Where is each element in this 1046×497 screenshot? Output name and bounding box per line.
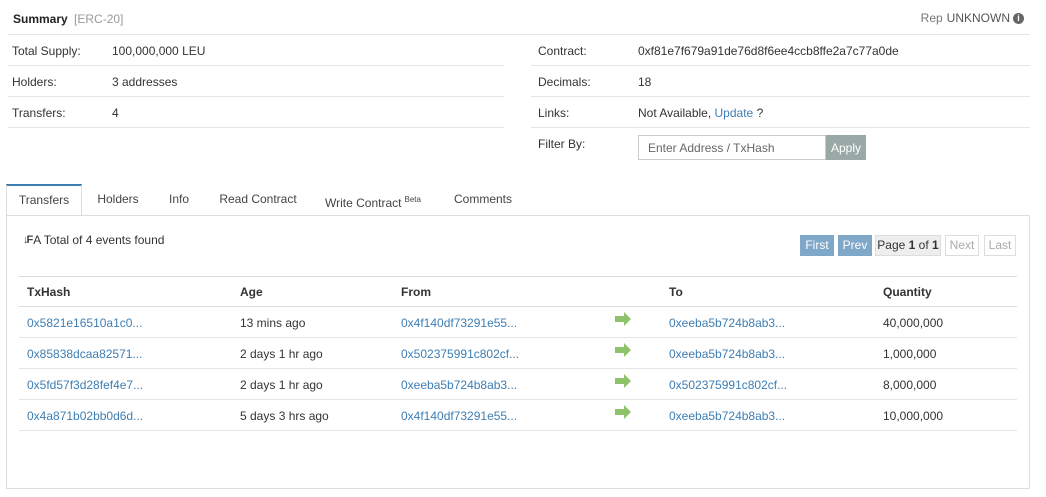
info-icon[interactable]: i [1013,12,1024,24]
to-address-link[interactable]: 0xeeba5b724b8ab3... [669,409,785,423]
next-page-button[interactable]: Next [945,235,979,256]
contract-row: Contract: 0xf81e7f679a91de76d8f6ee4ccb8f… [531,35,1030,66]
links-row: Links: Not Available, Update ? [531,97,1030,128]
arrow-right-icon [614,343,632,357]
to-address-link[interactable]: 0xeeba5b724b8ab3... [669,347,785,361]
table-row: 0x5fd57f3d28fef4e7... 2 days 1 hr ago 0x… [19,369,1017,400]
prev-page-button[interactable]: Prev [838,235,872,256]
decimals-value: 18 [638,75,652,89]
txhash-link[interactable]: 0x5fd57f3d28fef4e7... [27,378,143,392]
events-total-text: A Total of 4 events found [33,233,165,247]
summary-title: Summary [ERC-20] [13,12,123,26]
transfers-value: 4 [112,106,119,120]
table-row: 0x85838dcaa82571... 2 days 1 hr ago 0x50… [19,338,1017,369]
arrow-right-icon [614,374,632,388]
age-cell: 5 days 3 hrs ago [240,409,329,423]
page-prefix: Page [877,238,906,252]
tab-comments[interactable]: Comments [446,184,520,215]
tab-transfers[interactable]: Transfers [6,184,82,216]
txhash-link[interactable]: 0x4a871b02bb0d6d... [27,409,143,423]
tab-read-contract[interactable]: Read Contract [211,184,305,215]
table-row: 0x5821e16510a1c0... 13 mins ago 0x4f140d… [19,307,1017,338]
tab-bar: Transfers Holders Info Read Contract Wri… [6,184,1030,216]
decimals-row: Decimals: 18 [531,66,1030,97]
tab-write-contract-label: Write Contract [325,196,402,210]
links-not-available: Not Available, [638,106,712,120]
first-page-button[interactable]: First [800,235,834,256]
total-supply-row: Total Supply: 100,000,000 LEU [8,35,504,66]
holders-value: 3 addresses [112,75,178,89]
age-cell: 2 days 1 hr ago [240,347,323,361]
page-current: 1 [908,238,916,252]
links-label: Links: [538,106,570,120]
quantity-header: Quantity [883,285,932,299]
page-indicator: Page 1 of 1 [875,235,941,256]
contract-label: Contract: [538,44,587,58]
tab-info[interactable]: Info [156,184,202,215]
filter-input[interactable] [638,135,826,160]
beta-badge: Beta [404,195,421,204]
update-link[interactable]: Update [715,106,754,120]
transfers-row: Transfers: 4 [8,97,504,128]
from-address-link[interactable]: 0x4f140df73291e55... [401,316,517,330]
to-address-link[interactable]: 0xeeba5b724b8ab3... [669,316,785,330]
txhash-header: TxHash [27,285,71,299]
reputation: Rep UNKNOWN i [921,11,1024,25]
events-total: ↓F A Total of 4 events found [23,233,164,247]
age-header: Age [240,285,263,299]
arrow-right-icon [614,312,632,326]
tab-write-contract[interactable]: Write Contract Beta [318,184,428,215]
from-address-link[interactable]: 0xeeba5b724b8ab3... [401,378,517,392]
arrow-right-icon [614,405,632,419]
quantity-cell: 1,000,000 [883,347,937,361]
to-address-link[interactable]: 0x502375991c802cf... [669,378,787,392]
last-page-button[interactable]: Last [984,235,1016,256]
rep-value: UNKNOWN [946,11,1010,25]
holders-row: Holders: 3 addresses [8,66,504,97]
table-row: 0x4a871b02bb0d6d... 5 days 3 hrs ago 0x4… [19,400,1017,431]
rep-label: Rep [920,11,943,25]
quantity-cell: 40,000,000 [883,316,944,330]
contract-address-link[interactable]: 0xf81e7f679a91de76d8f6ee4ccb8ffe2a7c77a0… [638,44,899,58]
page-total: 1 [932,238,939,252]
quantity-cell: 10,000,000 [883,409,944,423]
links-value: Not Available, Update ? [638,106,763,120]
table-header: TxHash Age From To Quantity [19,276,1017,307]
quantity-cell: 8,000,000 [883,378,937,392]
from-address-link[interactable]: 0x4f140df73291e55... [401,409,517,423]
from-header: From [401,285,431,299]
sort-icon: ↓F [23,234,33,246]
holders-label: Holders: [12,75,57,89]
page-of: of [918,238,929,252]
token-standard-tag: [ERC-20] [74,12,124,26]
transfers-label: Transfers: [12,106,66,120]
to-header: To [669,285,683,299]
total-supply-value: 100,000,000 LEU [112,44,206,58]
tab-holders[interactable]: Holders [86,184,150,215]
txhash-link[interactable]: 0x5821e16510a1c0... [27,316,142,330]
txhash-link[interactable]: 0x85838dcaa82571... [27,347,142,361]
summary-header: Summary [ERC-20] Rep UNKNOWN i [8,7,1030,35]
age-cell: 2 days 1 hr ago [240,378,323,392]
decimals-label: Decimals: [538,75,591,89]
from-address-link[interactable]: 0x502375991c802cf... [401,347,519,361]
apply-button[interactable]: Apply [826,135,866,160]
links-question: ? [756,106,764,120]
filter-row: Filter By: Apply [531,128,1030,168]
total-supply-label: Total Supply: [12,44,81,58]
summary-title-text: Summary [13,12,68,26]
filter-label: Filter By: [538,137,586,151]
transfers-panel: ↓F A Total of 4 events found First Prev … [6,215,1030,489]
age-cell: 13 mins ago [240,316,306,330]
